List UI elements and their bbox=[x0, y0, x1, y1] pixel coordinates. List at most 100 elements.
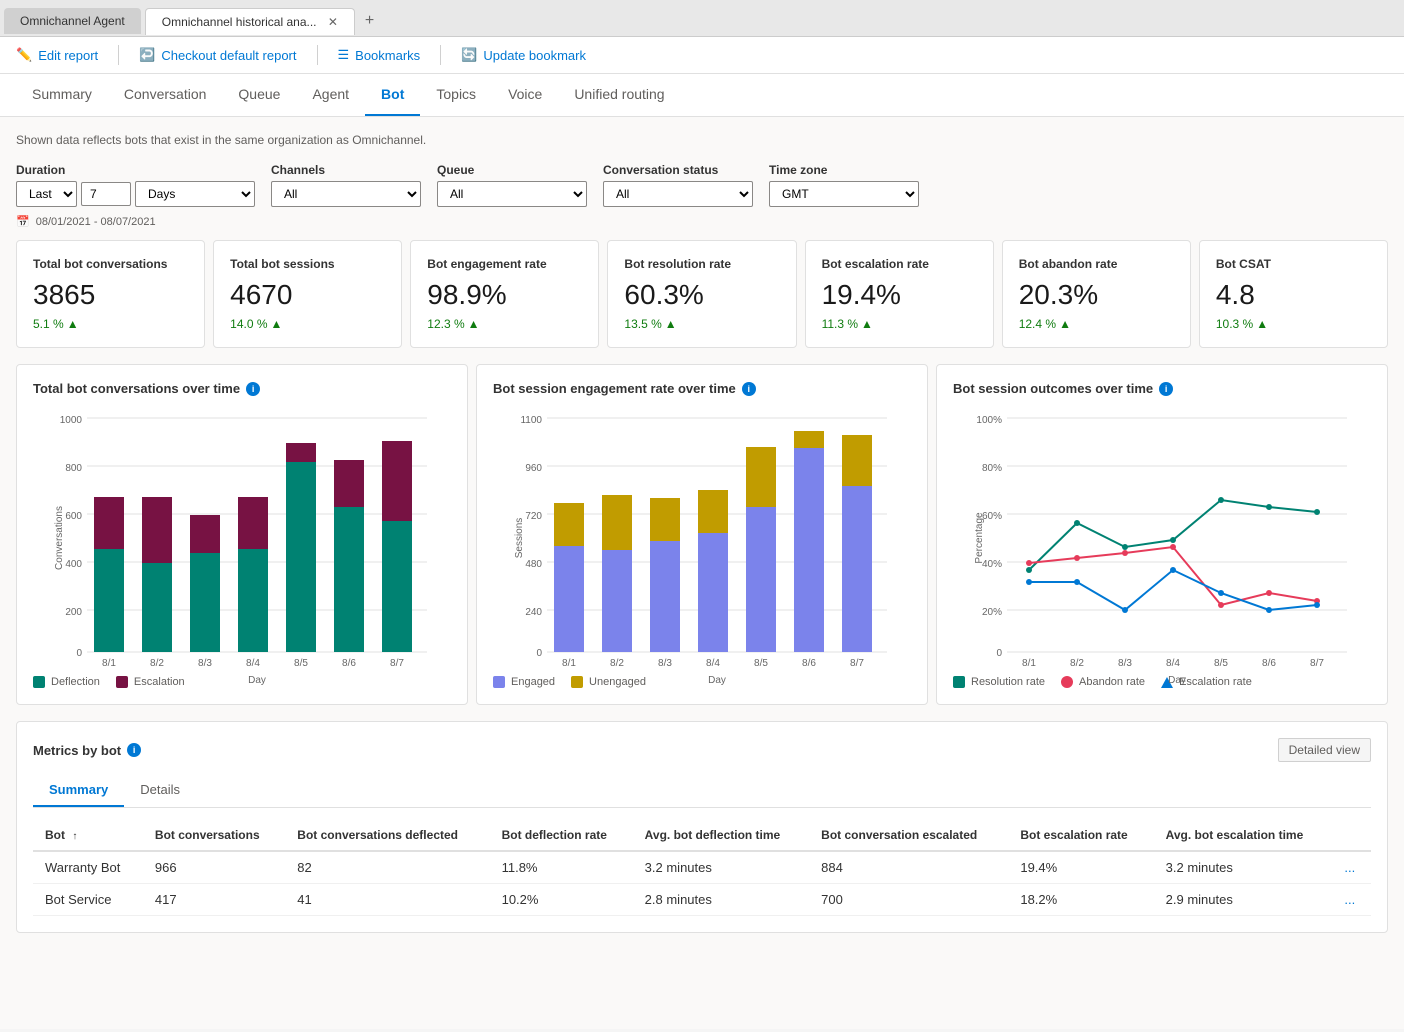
tab-queue[interactable]: Queue bbox=[222, 74, 296, 116]
svg-text:600: 600 bbox=[65, 511, 82, 522]
checkout-default-button[interactable]: ↩️ Checkout default report bbox=[139, 47, 296, 63]
close-tab-icon[interactable]: ✕ bbox=[328, 15, 338, 29]
duration-preset-select[interactable]: Last bbox=[16, 181, 77, 207]
add-tab-button[interactable]: + bbox=[355, 6, 384, 36]
outcomes-chart-area: 100% 80% 60% 40% 20% 0 Percentage bbox=[953, 408, 1371, 668]
svg-text:960: 960 bbox=[525, 463, 542, 474]
kpi-change-3: 13.5 % ▲ bbox=[624, 317, 779, 331]
bookmark-icon: ☰ bbox=[338, 47, 350, 63]
cell-deflection-rate-0: 11.8% bbox=[490, 851, 633, 884]
kpi-bot-abandon-rate: Bot abandon rate 20.3% 12.4 % ▲ bbox=[1002, 240, 1191, 348]
col-escalation-rate[interactable]: Bot escalation rate bbox=[1008, 820, 1153, 851]
conversation-status-filter: Conversation status All bbox=[603, 163, 753, 207]
date-range-display: 📅 08/01/2021 - 08/07/2021 bbox=[16, 215, 1388, 228]
kpi-bot-resolution-rate: Bot resolution rate 60.3% 13.5 % ▲ bbox=[607, 240, 796, 348]
col-avg-deflection[interactable]: Avg. bot deflection time bbox=[633, 820, 810, 851]
table-row: Warranty Bot 966 82 11.8% 3.2 minutes 88… bbox=[33, 851, 1371, 884]
svg-text:8/6: 8/6 bbox=[802, 658, 816, 669]
queue-select[interactable]: All bbox=[437, 181, 587, 207]
svg-text:8/3: 8/3 bbox=[658, 658, 672, 669]
metrics-section: Metrics by bot i Detailed view Summary D… bbox=[16, 721, 1388, 933]
conversations-chart-info-icon[interactable]: i bbox=[246, 382, 260, 396]
tab-summary[interactable]: Summary bbox=[16, 74, 108, 116]
resolution-rate-legend-color bbox=[953, 676, 965, 688]
trend-up-icon-2: ▲ bbox=[468, 317, 480, 331]
svg-text:8/2: 8/2 bbox=[610, 658, 624, 669]
metrics-tab-details[interactable]: Details bbox=[124, 774, 196, 807]
browser-tab-historical[interactable]: Omnichannel historical ana... ✕ bbox=[145, 8, 355, 35]
col-bot-deflected[interactable]: Bot conversations deflected bbox=[285, 820, 489, 851]
col-bot-conversations[interactable]: Bot conversations bbox=[143, 820, 285, 851]
timezone-select[interactable]: GMT bbox=[769, 181, 919, 207]
cell-escalated-0: 884 bbox=[809, 851, 1008, 884]
svg-text:0: 0 bbox=[536, 648, 542, 659]
toolbar-divider-1 bbox=[118, 45, 119, 65]
svg-text:8/4: 8/4 bbox=[706, 658, 720, 669]
kpi-change-1: 14.0 % ▲ bbox=[230, 317, 385, 331]
engagement-chart-legend: Engaged Unengaged bbox=[493, 676, 911, 688]
toolbar-divider-2 bbox=[317, 45, 318, 65]
outcomes-chart-legend: Resolution rate Abandon rate Escalation … bbox=[953, 676, 1371, 688]
engagement-chart-info-icon[interactable]: i bbox=[742, 382, 756, 396]
svg-text:100%: 100% bbox=[976, 415, 1002, 426]
cell-more-0[interactable]: ... bbox=[1332, 851, 1371, 884]
browser-tabs-bar: Omnichannel Agent Omnichannel historical… bbox=[0, 0, 1404, 37]
browser-tab-agent[interactable]: Omnichannel Agent bbox=[4, 8, 141, 34]
svg-text:400: 400 bbox=[65, 559, 82, 570]
nav-tabs: Summary Conversation Queue Agent Bot Top… bbox=[0, 74, 1404, 117]
cell-avg-escalation-0: 3.2 minutes bbox=[1154, 851, 1333, 884]
tab-voice[interactable]: Voice bbox=[492, 74, 558, 116]
channels-select[interactable]: All bbox=[271, 181, 421, 207]
edit-report-button[interactable]: ✏️ Edit report bbox=[16, 47, 98, 63]
metrics-table: Bot ↑ Bot conversations Bot conversation… bbox=[33, 820, 1371, 916]
svg-text:720: 720 bbox=[525, 511, 542, 522]
kpi-cards-row: Total bot conversations 3865 5.1 % ▲ Tot… bbox=[16, 240, 1388, 348]
svg-text:1000: 1000 bbox=[60, 415, 83, 426]
tab-agent[interactable]: Agent bbox=[296, 74, 365, 116]
col-deflection-rate[interactable]: Bot deflection rate bbox=[490, 820, 633, 851]
timezone-filter: Time zone GMT bbox=[769, 163, 919, 207]
svg-text:Day: Day bbox=[1168, 675, 1186, 686]
duration-filter: Duration Last Days bbox=[16, 163, 255, 207]
metrics-tab-summary[interactable]: Summary bbox=[33, 774, 124, 807]
deflection-legend-color bbox=[33, 676, 45, 688]
svg-text:800: 800 bbox=[65, 463, 82, 474]
svg-text:8/5: 8/5 bbox=[1214, 658, 1228, 669]
tab-conversation[interactable]: Conversation bbox=[108, 74, 223, 116]
tab-topics[interactable]: Topics bbox=[420, 74, 492, 116]
detailed-view-button[interactable]: Detailed view bbox=[1278, 738, 1371, 762]
bookmarks-button[interactable]: ☰ Bookmarks bbox=[338, 47, 421, 63]
svg-text:20%: 20% bbox=[982, 607, 1002, 618]
col-escalated[interactable]: Bot conversation escalated bbox=[809, 820, 1008, 851]
cell-bot-1: Bot Service bbox=[33, 884, 143, 916]
svg-text:8/7: 8/7 bbox=[850, 658, 864, 669]
svg-text:Sessions: Sessions bbox=[514, 518, 525, 559]
duration-value-input[interactable] bbox=[81, 182, 131, 206]
svg-text:8/5: 8/5 bbox=[294, 658, 308, 669]
tab-unified-routing[interactable]: Unified routing bbox=[558, 74, 680, 116]
svg-text:240: 240 bbox=[525, 607, 542, 618]
calendar-icon: 📅 bbox=[16, 215, 30, 228]
svg-text:Day: Day bbox=[248, 675, 266, 686]
cell-deflection-rate-1: 10.2% bbox=[490, 884, 633, 916]
svg-text:Day: Day bbox=[708, 675, 726, 686]
kpi-change-5: 12.4 % ▲ bbox=[1019, 317, 1174, 331]
cell-avg-deflection-0: 3.2 minutes bbox=[633, 851, 810, 884]
trend-up-icon-5: ▲ bbox=[1059, 317, 1071, 331]
col-bot[interactable]: Bot ↑ bbox=[33, 820, 143, 851]
cell-more-1[interactable]: ... bbox=[1332, 884, 1371, 916]
checkout-icon: ↩️ bbox=[139, 47, 155, 63]
svg-text:8/1: 8/1 bbox=[1022, 658, 1036, 669]
refresh-icon: 🔄 bbox=[461, 47, 477, 63]
outcomes-chart-info-icon[interactable]: i bbox=[1159, 382, 1173, 396]
duration-unit-select[interactable]: Days bbox=[135, 181, 255, 207]
conv-status-select[interactable]: All bbox=[603, 181, 753, 207]
tab-bot[interactable]: Bot bbox=[365, 74, 420, 116]
svg-text:8/3: 8/3 bbox=[198, 658, 212, 669]
svg-text:40%: 40% bbox=[982, 559, 1002, 570]
col-avg-escalation[interactable]: Avg. bot escalation time bbox=[1154, 820, 1333, 851]
metrics-info-icon[interactable]: i bbox=[127, 743, 141, 757]
kpi-total-bot-conversations: Total bot conversations 3865 5.1 % ▲ bbox=[16, 240, 205, 348]
svg-text:8/1: 8/1 bbox=[102, 658, 116, 669]
update-bookmark-button[interactable]: 🔄 Update bookmark bbox=[461, 47, 586, 63]
